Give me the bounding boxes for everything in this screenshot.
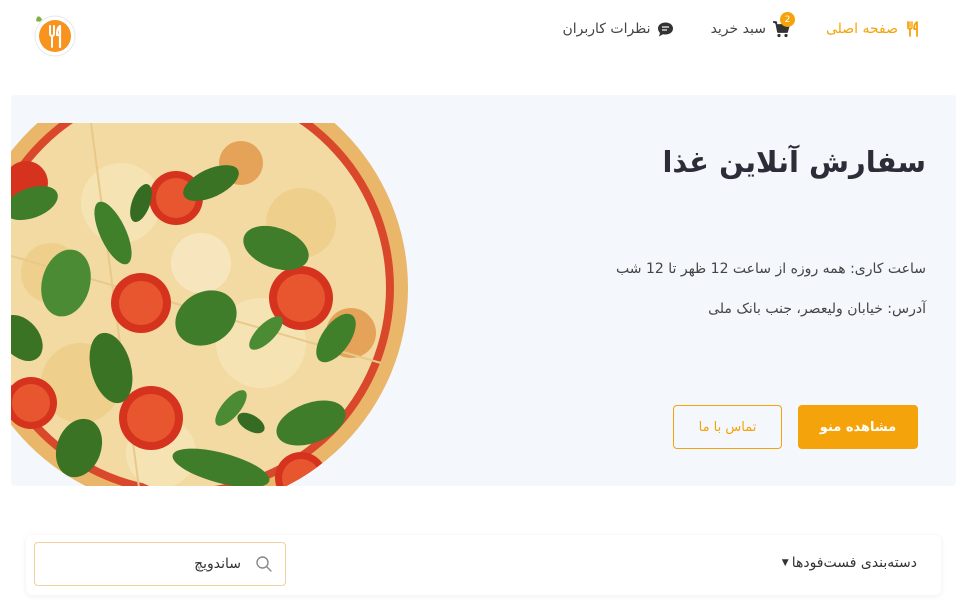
contact-us-button[interactable]: تماس با ما <box>673 405 782 449</box>
working-hours: ساعت کاری: همه روزه از ساعت 12 ظهر تا 12… <box>616 261 926 277</box>
category-dropdown[interactable]: دسته‌بندی فست‌فودها ▼ <box>782 555 917 571</box>
hero-banner: سفارش آنلاین غذا ساعت کاری: همه روزه از … <box>11 95 956 486</box>
logo[interactable] <box>33 11 77 59</box>
address: آدرس: خیابان ولیعصر، جنب بانک ملی <box>708 301 926 317</box>
nav-home[interactable]: صفحه اصلی <box>826 20 922 38</box>
main-nav: صفحه اصلی 2 سبد خرید نظرات کاربران <box>562 12 922 38</box>
nav-home-label: صفحه اصلی <box>825 21 898 37</box>
nav-cart[interactable]: 2 سبد خرید <box>710 12 795 38</box>
logo-fork-knife-icon <box>34 15 76 57</box>
fork-knife-icon <box>904 20 922 38</box>
search-icon <box>256 556 272 572</box>
nav-cart-label: سبد خرید <box>710 21 766 37</box>
caret-down-icon: ▼ <box>781 558 789 568</box>
nav-reviews-label: نظرات کاربران <box>562 21 651 37</box>
filter-bar: دسته‌بندی فست‌فودها ▼ <box>26 535 941 595</box>
search-input[interactable] <box>51 543 241 585</box>
cart-icon: 2 <box>772 12 795 38</box>
pizza-image <box>11 123 408 486</box>
search-box[interactable] <box>34 542 286 586</box>
chat-bubble-icon <box>657 20 675 38</box>
view-menu-button[interactable]: مشاهده منو <box>798 405 918 449</box>
nav-reviews[interactable]: نظرات کاربران <box>562 20 674 38</box>
category-dropdown-label: دسته‌بندی فست‌فودها <box>791 555 917 571</box>
hero-title: سفارش آنلاین غذا <box>662 145 926 179</box>
cart-count-badge: 2 <box>779 12 795 27</box>
header: صفحه اصلی 2 سبد خرید نظرات کاربران <box>0 0 967 70</box>
